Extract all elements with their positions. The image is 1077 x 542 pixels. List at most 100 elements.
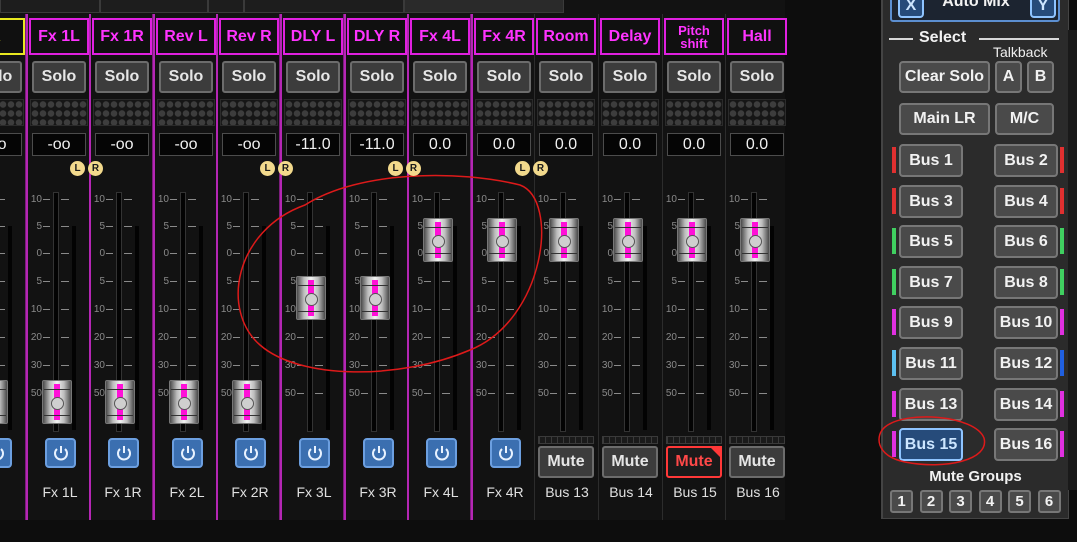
fader-knob[interactable]: [360, 276, 390, 320]
solo-button[interactable]: Solo: [477, 61, 531, 93]
power-icon[interactable]: [108, 438, 139, 468]
solo-button[interactable]: Solo: [413, 61, 467, 93]
channel-name[interactable]: Hall: [727, 18, 787, 55]
fader-value-readout[interactable]: 0.0: [413, 133, 467, 156]
channel-name[interactable]: R: [0, 18, 25, 55]
mc-button[interactable]: M/C: [995, 103, 1054, 135]
power-icon[interactable]: [172, 438, 203, 468]
bus-select-button[interactable]: Bus 9: [899, 306, 963, 339]
channel-name[interactable]: DLY L: [283, 18, 343, 55]
bus-select-button[interactable]: Bus 8: [994, 266, 1058, 299]
solo-button[interactable]: Solo: [539, 61, 593, 93]
power-icon[interactable]: [299, 438, 330, 468]
bus-select-button[interactable]: Bus 14: [994, 388, 1058, 421]
channel-name[interactable]: Delay: [600, 18, 660, 55]
fader-knob[interactable]: [549, 218, 579, 262]
fader-knob[interactable]: [296, 276, 326, 320]
fader-value-readout[interactable]: -oo: [32, 133, 86, 156]
bus-select-button[interactable]: Bus 15: [899, 428, 963, 461]
mute-button[interactable]: Mute: [538, 446, 594, 478]
channel-name[interactable]: DLY R: [347, 18, 407, 55]
solo-button[interactable]: Solo: [159, 61, 213, 93]
fader-value-readout[interactable]: 0.0: [477, 133, 531, 156]
solo-button[interactable]: Solo: [667, 61, 721, 93]
solo-button[interactable]: Solo: [95, 61, 149, 93]
main-lr-button[interactable]: Main LR: [899, 103, 990, 135]
power-icon[interactable]: [235, 438, 266, 468]
bus-color-indicator: [1060, 309, 1064, 335]
bus-select-button[interactable]: Bus 4: [994, 185, 1058, 218]
channel-name[interactable]: Rev R: [219, 18, 279, 55]
bus-select-button[interactable]: Bus 5: [899, 225, 963, 258]
fader-knob[interactable]: [105, 380, 135, 424]
fader-knob[interactable]: [0, 380, 8, 424]
bus-select-button[interactable]: Bus 6: [994, 225, 1058, 258]
auto-mix-y-button[interactable]: Y: [1030, 0, 1056, 18]
bus-select-button[interactable]: Bus 12: [994, 347, 1058, 380]
fader-value-readout[interactable]: -11.0: [286, 133, 340, 156]
mute-group-button[interactable]: 4: [978, 490, 1002, 513]
mute-button[interactable]: Mute: [602, 446, 658, 478]
fader-value-readout[interactable]: 0.0: [730, 133, 784, 156]
mute-button[interactable]: Mute: [729, 446, 785, 478]
bus-select-button[interactable]: Bus 3: [899, 185, 963, 218]
fader-value-readout[interactable]: 0.0: [667, 133, 721, 156]
fader-value-readout[interactable]: -11.0: [350, 133, 404, 156]
channel-name[interactable]: Fx 4R: [474, 18, 534, 55]
solo-button[interactable]: Solo: [730, 61, 784, 93]
fader-knob[interactable]: [232, 380, 262, 424]
power-icon[interactable]: [426, 438, 457, 468]
mute-group-button[interactable]: 1: [890, 490, 913, 513]
mute-button[interactable]: Mute: [666, 446, 722, 478]
clear-solo-button[interactable]: Clear Solo: [899, 61, 990, 93]
fader-value-readout[interactable]: -oo: [222, 133, 276, 156]
scale-tick: 10: [409, 194, 455, 205]
power-icon[interactable]: [45, 438, 76, 468]
bus-select-button[interactable]: Bus 1: [899, 144, 963, 177]
solo-button[interactable]: Solo: [286, 61, 340, 93]
fader-knob[interactable]: [42, 380, 72, 424]
bus-select-button[interactable]: Bus 13: [899, 388, 963, 421]
power-icon[interactable]: [490, 438, 521, 468]
channel-name[interactable]: Fx 1R: [92, 18, 152, 55]
fader-value-readout[interactable]: 0.0: [539, 133, 593, 156]
scale-tick-label: 20: [728, 332, 740, 343]
mute-group-button[interactable]: 2: [919, 490, 943, 513]
fader-value-readout[interactable]: -oo: [95, 133, 149, 156]
bus-select-button[interactable]: Bus 7: [899, 266, 963, 299]
top-scrollbar[interactable]: [404, 0, 564, 13]
channel-name[interactable]: Fx 1L: [29, 18, 89, 55]
scale-tick-label: 10: [284, 304, 296, 315]
fader-knob[interactable]: [169, 380, 199, 424]
solo-button[interactable]: Solo: [603, 61, 657, 93]
channel-name[interactable]: Pitch shift: [664, 18, 724, 55]
power-icon[interactable]: [363, 438, 394, 468]
channel-name[interactable]: Fx 4L: [410, 18, 470, 55]
talkback-a-button[interactable]: A: [995, 61, 1022, 93]
fader-knob[interactable]: [677, 218, 707, 262]
channel-name[interactable]: Room: [536, 18, 596, 55]
channel-name[interactable]: Rev L: [156, 18, 216, 55]
fader-knob[interactable]: [613, 218, 643, 262]
fader-knob[interactable]: [423, 218, 453, 262]
bus-select-button[interactable]: Bus 2: [994, 144, 1058, 177]
solo-button[interactable]: Solo: [350, 61, 404, 93]
auto-mix-x-button[interactable]: X: [898, 0, 924, 18]
bus-select-button[interactable]: Bus 16: [994, 428, 1058, 461]
solo-button[interactable]: Solo: [0, 61, 22, 93]
power-icon[interactable]: [0, 438, 12, 468]
talkback-b-button[interactable]: B: [1027, 61, 1054, 93]
mute-group-button[interactable]: 6: [1037, 490, 1061, 513]
fader-value-readout[interactable]: -oo: [159, 133, 213, 156]
bus-select-button[interactable]: Bus 11: [899, 347, 963, 380]
mute-group-button[interactable]: 3: [949, 490, 972, 513]
solo-button[interactable]: Solo: [222, 61, 276, 93]
fader-knob[interactable]: [487, 218, 517, 262]
fader-value-readout[interactable]: -oo: [0, 133, 22, 156]
solo-button[interactable]: Solo: [32, 61, 86, 93]
fader-knob[interactable]: [740, 218, 770, 262]
scale-tick-label: 30: [475, 360, 487, 371]
fader-value-readout[interactable]: 0.0: [603, 133, 657, 156]
bus-select-button[interactable]: Bus 10: [994, 306, 1058, 339]
mute-group-button[interactable]: 5: [1008, 490, 1031, 513]
